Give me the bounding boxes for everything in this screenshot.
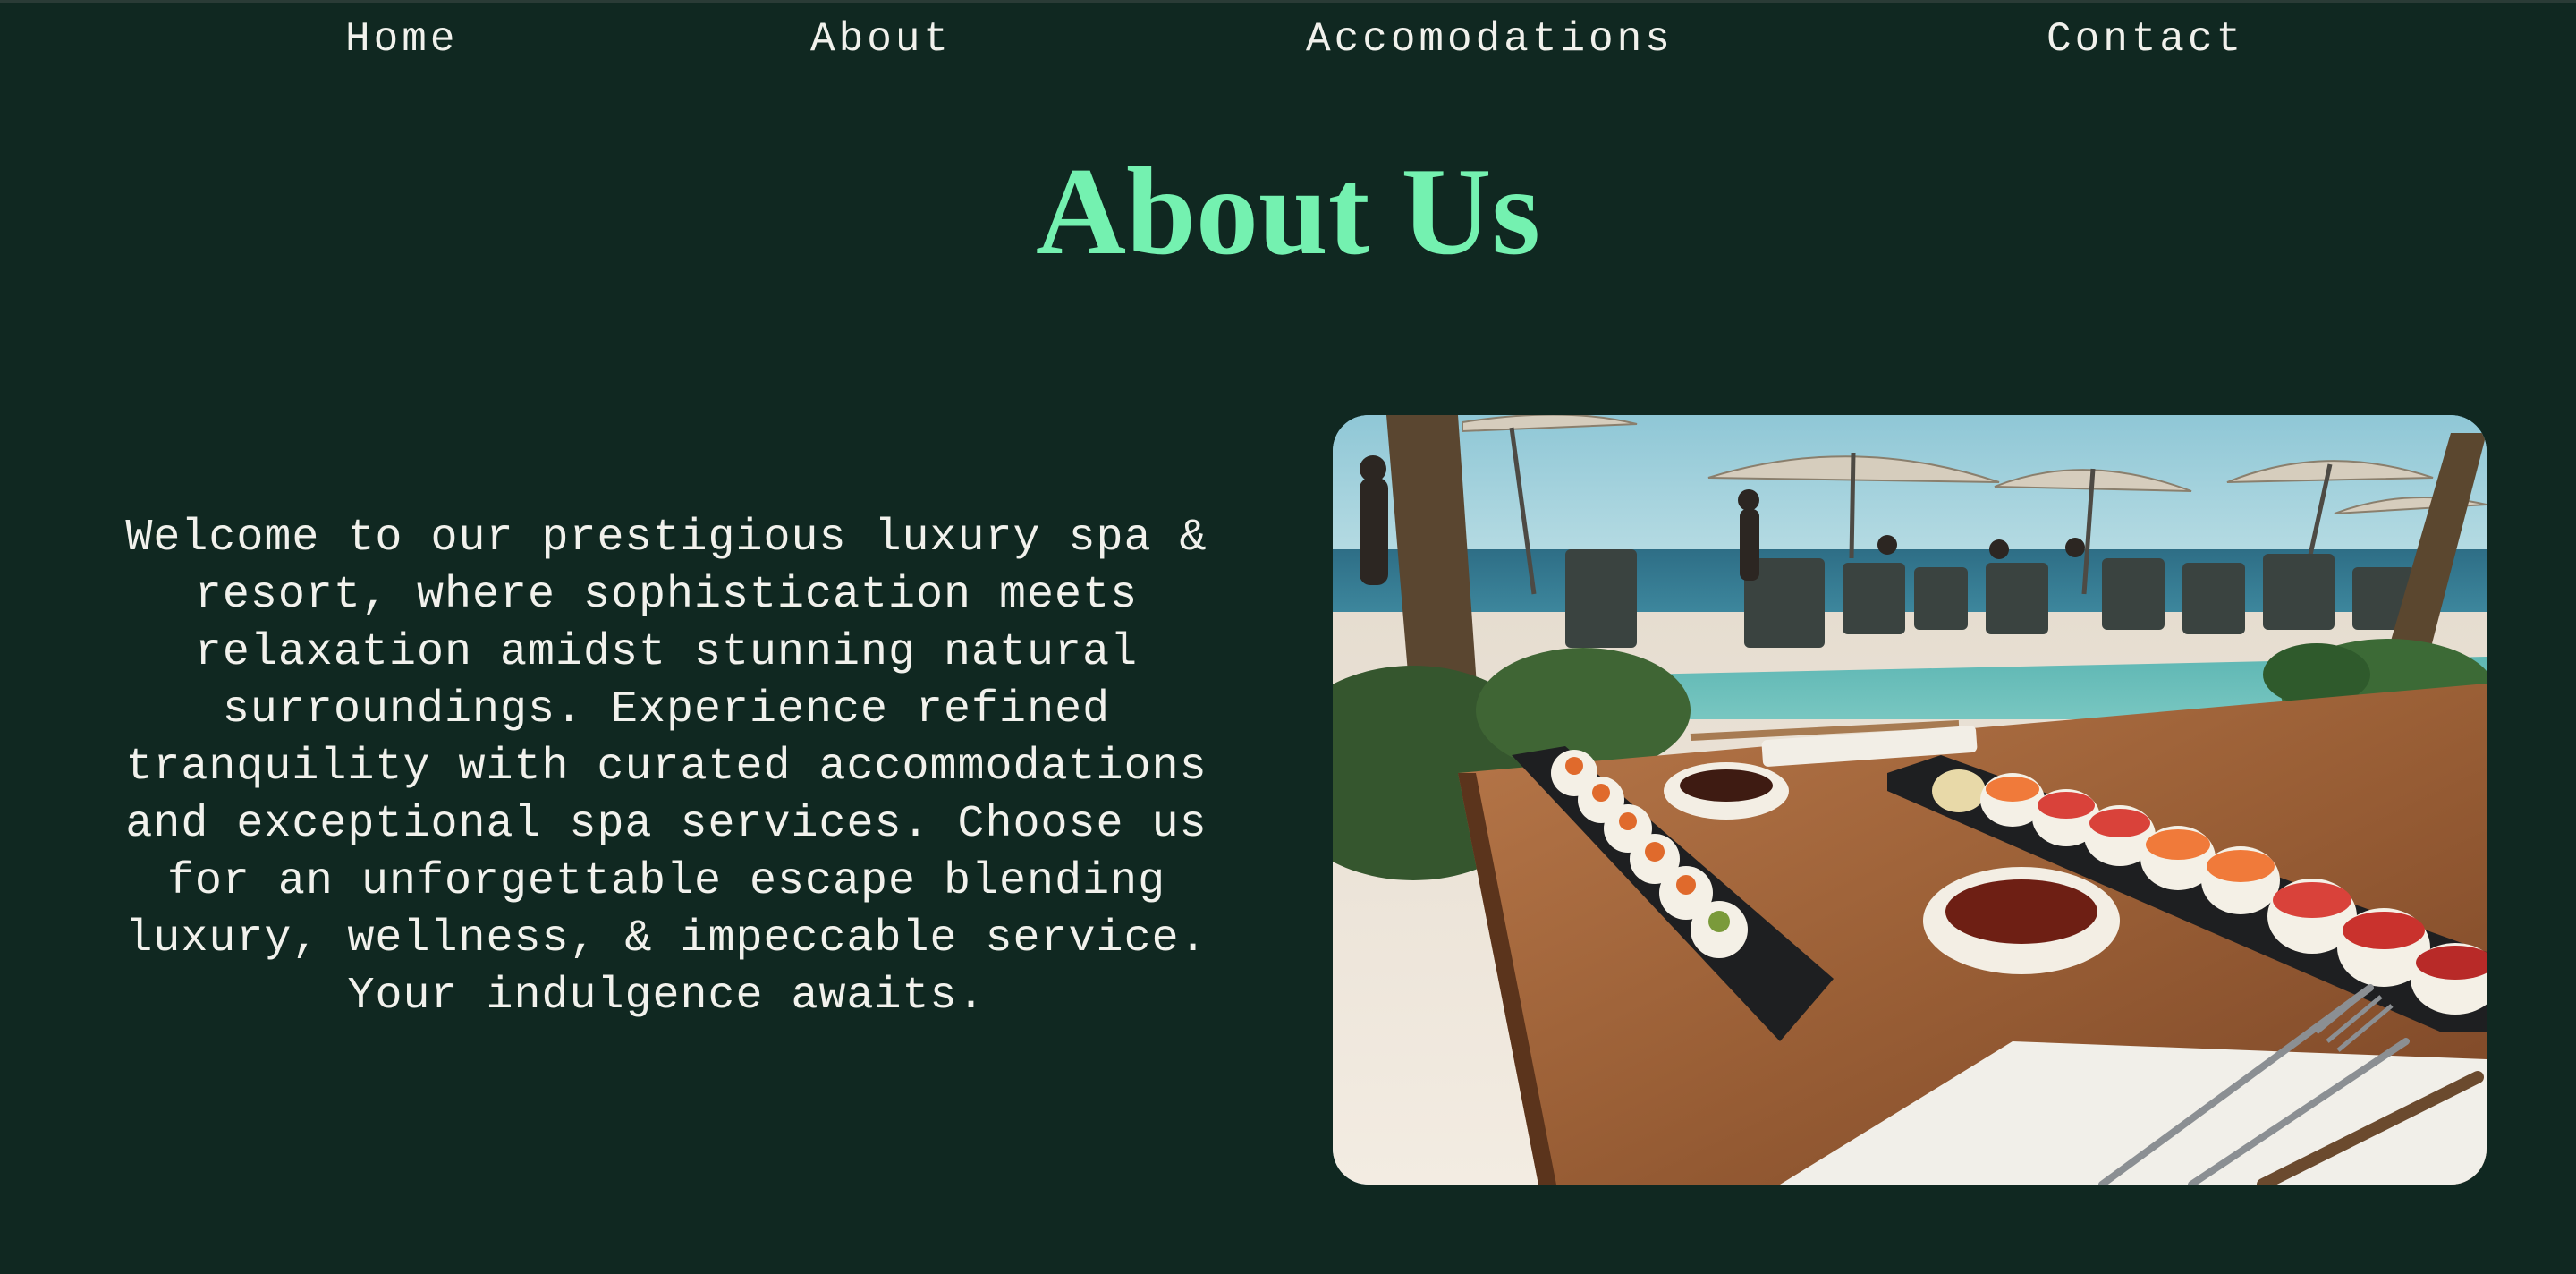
- page-title: About Us: [1035, 142, 1541, 281]
- nav-item-about[interactable]: About: [810, 16, 952, 63]
- nav-item-home[interactable]: Home: [345, 16, 458, 63]
- nav-item-accomodations[interactable]: Accomodations: [1306, 16, 1674, 63]
- intro-text: Welcome to our prestigious luxury spa & …: [125, 513, 1208, 1022]
- main-nav: Home About Accomodations Contact: [0, 0, 2576, 82]
- resort-photo: [1333, 415, 2487, 1185]
- nav-item-contact[interactable]: Contact: [2046, 16, 2244, 63]
